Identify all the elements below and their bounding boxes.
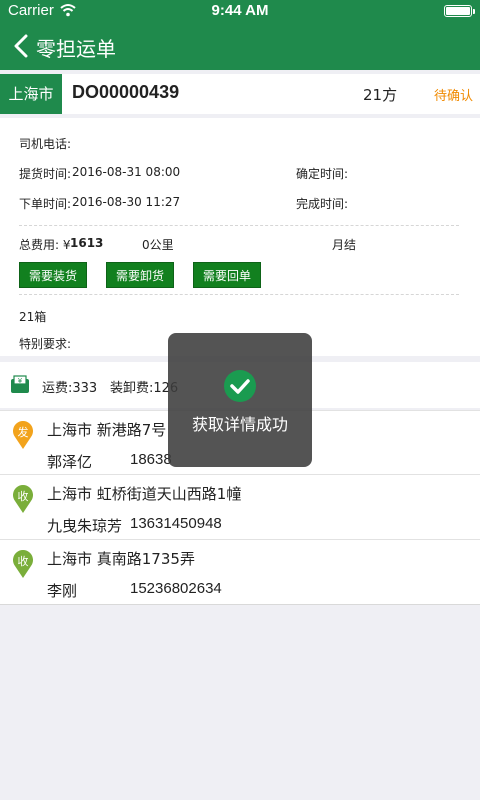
order-details-card: 司机电话: 提货时间: 2016-08-31 08:00 确定时间: 下单时间:… (0, 118, 480, 356)
sender-pin-icon: 发 (12, 421, 33, 449)
need-receipt-button[interactable]: 需要回单 (193, 262, 262, 288)
distance-value: 0公里 (142, 238, 174, 252)
package-count: 21箱 (19, 310, 47, 324)
contact-name: 李刚 (47, 582, 78, 600)
total-fee-label: 总费用: ¥ (19, 238, 71, 252)
confirm-time-label: 确定时间: (296, 167, 349, 181)
contact-name: 郭泽亿 (47, 453, 93, 471)
pickup-time-value: 2016-08-31 08:00 (72, 165, 181, 179)
order-header: 上海市 DO00000439 21方 待确认 (0, 74, 480, 114)
freight-icon: ¥ (11, 375, 29, 393)
special-requirements-label: 特别要求: (19, 337, 72, 351)
toast-message: 获取详情成功 (191, 415, 288, 434)
divider (19, 294, 459, 295)
contact-phone[interactable]: 15236802634 (130, 580, 222, 597)
svg-text:收: 收 (18, 489, 29, 503)
payment-method: 月结 (332, 238, 357, 252)
list-item[interactable]: 收 上海市 真南路1735弄 李刚 15236802634 (0, 539, 480, 603)
stop-address: 上海市 虹桥街道天山西路1幢 (47, 485, 242, 503)
driver-phone-label: 司机电话: (19, 137, 72, 151)
contact-phone[interactable]: 13631450948 (130, 515, 222, 532)
svg-text:收: 收 (18, 554, 29, 568)
order-number: DO00000439 (72, 82, 180, 102)
freight-fee: 运费:333 (42, 381, 98, 396)
divider (19, 225, 459, 226)
status-bar: Carrier 9:44 AM (0, 0, 480, 22)
complete-time-label: 完成时间: (296, 197, 349, 211)
need-unloading-button[interactable]: 需要卸货 (106, 262, 175, 288)
city-badge: 上海市 (0, 74, 62, 114)
contact-name: 九曳朱琼芳 (47, 517, 123, 535)
order-status-badge: 待确认 (434, 89, 474, 104)
page-title: 零担运单 (36, 37, 116, 61)
need-loading-button[interactable]: 需要装货 (19, 262, 88, 288)
nav-bar: 零担运单 (0, 22, 480, 70)
order-time-label: 下单时间: (19, 197, 72, 211)
back-chevron-icon[interactable] (12, 34, 32, 58)
stop-address: 上海市 真南路1735弄 (47, 550, 195, 568)
checkmark-icon (224, 370, 256, 402)
battery-icon (444, 5, 475, 17)
clock: 9:44 AM (211, 2, 269, 19)
total-fee-value: 1613 (70, 236, 104, 250)
receiver-pin-icon: 收 (12, 550, 33, 578)
svg-text:发: 发 (18, 425, 29, 439)
svg-text:¥: ¥ (18, 377, 23, 385)
success-toast: 获取详情成功 (168, 333, 312, 467)
receiver-pin-icon: 收 (12, 485, 33, 513)
contact-phone[interactable]: 18638 (130, 451, 172, 468)
order-volume: 21方 (363, 86, 398, 104)
order-time-value: 2016-08-30 11:27 (72, 195, 181, 209)
stop-address: 上海市 新港路7号 (47, 421, 167, 439)
list-item[interactable]: 收 上海市 虹桥街道天山西路1幢 九曳朱琼芳 13631450948 (0, 474, 480, 538)
pickup-time-label: 提货时间: (19, 167, 72, 181)
